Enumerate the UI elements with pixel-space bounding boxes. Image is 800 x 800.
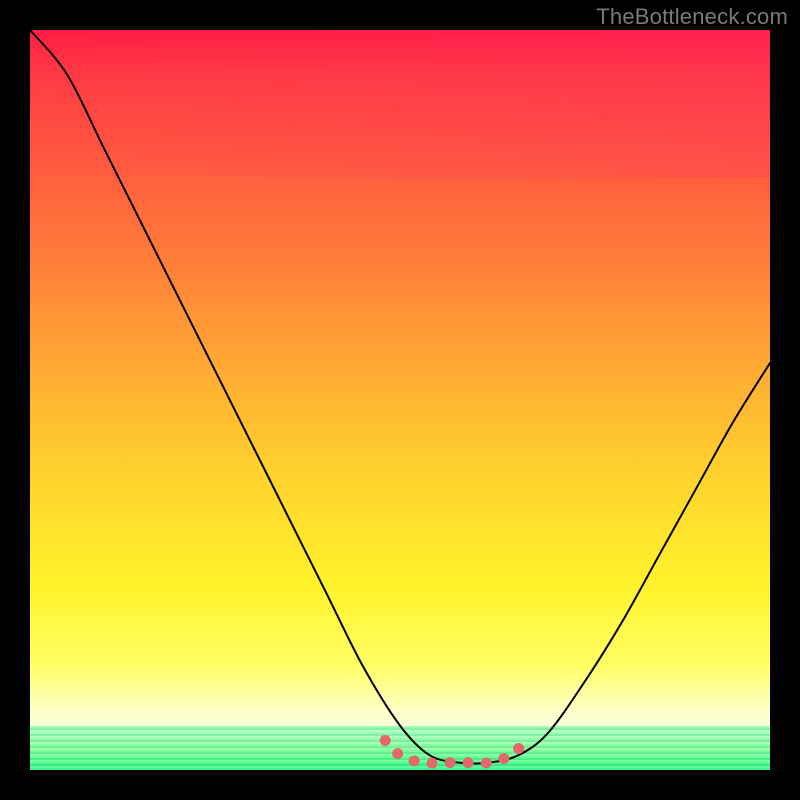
chart-svg <box>30 30 770 770</box>
flat-region-marker-path <box>385 740 526 763</box>
chart-area <box>30 30 770 770</box>
bottleneck-curve-path <box>30 30 770 764</box>
watermark-text: TheBottleneck.com <box>596 4 788 30</box>
app-frame: TheBottleneck.com <box>0 0 800 800</box>
